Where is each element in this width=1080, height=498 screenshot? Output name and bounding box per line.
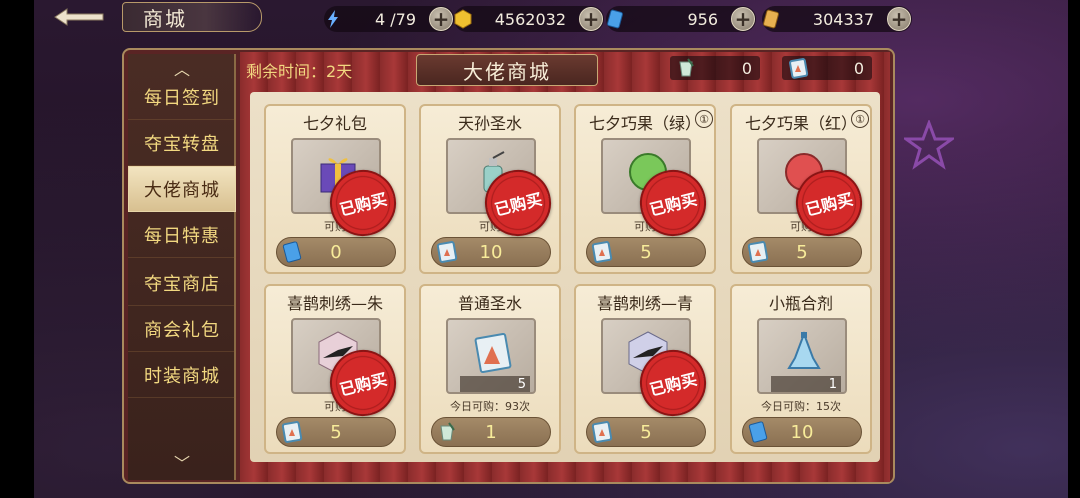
- screen-edge-left: [0, 0, 34, 498]
- sidebar-item-daily-deals[interactable]: 每日特惠: [128, 212, 236, 258]
- price-value: 10: [790, 421, 814, 443]
- time-remaining-value: 2天: [326, 62, 353, 81]
- sidebar-scroll-up-icon[interactable]: ︿: [128, 56, 236, 79]
- item-frame: 1: [757, 318, 847, 394]
- back-button[interactable]: [34, 2, 124, 32]
- blue-card-icon: [748, 421, 768, 443]
- price-button[interactable]: 5: [276, 417, 396, 447]
- add-blue-ticket-button[interactable]: +: [731, 7, 755, 31]
- item-name: 七夕礼包: [302, 114, 367, 133]
- item-quantity: 1: [771, 376, 841, 392]
- price-value: 5: [796, 241, 808, 263]
- price-button[interactable]: 10: [742, 417, 862, 447]
- voucher-currency-value: 0: [853, 58, 864, 78]
- holy-water-cup-icon: [674, 56, 698, 80]
- holy-water-currency: 0: [670, 56, 760, 80]
- holy-water-currency-value: 0: [741, 58, 752, 78]
- voucher-card-icon: [591, 241, 613, 263]
- sidebar-scroll-down-icon[interactable]: ﹀: [128, 450, 236, 473]
- item-purchase-limit: 今日可购：93次: [450, 400, 530, 413]
- star-decoration-icon: [904, 120, 954, 170]
- info-icon[interactable]: ①: [695, 110, 713, 128]
- item-frame: 5: [446, 318, 536, 394]
- sidebar-item-treasure-wheel[interactable]: 夺宝转盘: [128, 120, 236, 166]
- resource-gold-ticket-value: 304337: [812, 9, 874, 29]
- price-button[interactable]: 5: [586, 237, 706, 267]
- price-button[interactable]: 5: [586, 417, 706, 447]
- gold-ticket-icon: [758, 6, 784, 32]
- voucher-card-icon: [747, 241, 769, 263]
- item-name: 七夕巧果（绿）: [588, 114, 701, 133]
- resource-stamina: 4 /79 +: [324, 6, 454, 32]
- price-value: 1: [485, 421, 497, 443]
- info-icon[interactable]: ①: [851, 110, 869, 128]
- sidebar: ︿ 每日签到 夺宝转盘 大佬商城 每日特惠 夺宝商店 商会礼包 时装商城 ﹀: [128, 54, 236, 480]
- add-gold-button[interactable]: +: [579, 7, 603, 31]
- price-value: 5: [640, 241, 652, 263]
- item-purchase-limit: 今日可购：15次: [761, 400, 841, 413]
- item-quantity: 5: [460, 376, 530, 392]
- voucher-card-icon: [591, 421, 613, 443]
- page-title: 商城: [122, 2, 262, 32]
- stamina-lightning-icon: [320, 6, 346, 32]
- resource-blue-ticket: 956 +: [606, 6, 756, 32]
- sidebar-item-boss-shop[interactable]: 大佬商城: [128, 166, 236, 212]
- back-arrow-icon: [54, 8, 104, 26]
- shop-item-card[interactable]: 喜鹊刺绣—朱 可购 5 已购买: [264, 284, 406, 454]
- price-value: 0: [330, 241, 342, 263]
- shop-item-card[interactable]: 普通圣水 5 今日可购：93次 1: [419, 284, 561, 454]
- shop-item-card[interactable]: 喜鹊刺绣—青 5 已购买: [574, 284, 716, 454]
- item-name: 喜鹊刺绣—朱: [286, 294, 383, 313]
- price-value: 10: [479, 241, 503, 263]
- holy-water-icon: [474, 332, 512, 374]
- price-button[interactable]: 0: [276, 237, 396, 267]
- shop-title: 大佬商城: [416, 54, 598, 86]
- price-value: 5: [640, 421, 652, 443]
- blue-card-icon: [282, 241, 302, 263]
- item-name: 普通圣水: [457, 294, 522, 313]
- gold-coin-icon: [450, 6, 476, 32]
- resource-gold-value: 4562032: [494, 9, 566, 29]
- sidebar-item-guild-gift[interactable]: 商会礼包: [128, 306, 236, 352]
- shop-item-card[interactable]: 七夕巧果（绿） 可购 5 已购买: [574, 104, 716, 274]
- shop-item-card[interactable]: 七夕礼包 可购 0 已购买: [264, 104, 406, 274]
- price-value: 5: [330, 421, 342, 443]
- sidebar-item-treasure-store[interactable]: 夺宝商店: [128, 260, 236, 306]
- top-bar: 商城 4 /79 + 4562032 + 956 + 304337 +: [34, 0, 1068, 36]
- screen-edge-right: [1068, 0, 1080, 498]
- item-name: 喜鹊刺绣—青: [596, 294, 693, 313]
- shop-item-card[interactable]: 七夕巧果（红） 可购 5 已购买: [730, 104, 872, 274]
- sidebar-item-fashion-store[interactable]: 时装商城: [128, 352, 236, 398]
- add-gold-ticket-button[interactable]: +: [887, 7, 911, 31]
- shop-item-card[interactable]: 小瓶合剂 1 今日可购：15次 10: [730, 284, 872, 454]
- resource-gold-ticket: 304337 +: [762, 6, 912, 32]
- price-button[interactable]: 10: [431, 237, 551, 267]
- time-remaining-label: 剩余时间：: [246, 62, 327, 81]
- holy-water-cup-icon: [440, 422, 455, 441]
- voucher-card-icon: [281, 421, 303, 443]
- blue-ticket-icon: [602, 6, 628, 32]
- resource-stamina-value: 4 /79: [374, 9, 416, 29]
- resource-gold: 4562032 +: [454, 6, 604, 32]
- price-button[interactable]: 1: [431, 417, 551, 447]
- item-name: 小瓶合剂: [768, 294, 833, 313]
- price-button[interactable]: 5: [742, 237, 862, 267]
- resource-blue-ticket-value: 956: [687, 9, 718, 29]
- item-name: 天孙圣水: [457, 114, 522, 133]
- voucher-card-icon: [786, 56, 810, 80]
- item-name: 七夕巧果（红）: [744, 114, 857, 133]
- voucher-currency: 0: [782, 56, 872, 80]
- small-potion-icon: [787, 331, 821, 369]
- sidebar-item-daily-signin[interactable]: 每日签到: [128, 74, 236, 120]
- shop-item-card[interactable]: 天孙圣水 可购 10 已购买: [419, 104, 561, 274]
- time-remaining: 剩余时间：2天: [246, 58, 352, 82]
- voucher-card-icon: [436, 241, 458, 263]
